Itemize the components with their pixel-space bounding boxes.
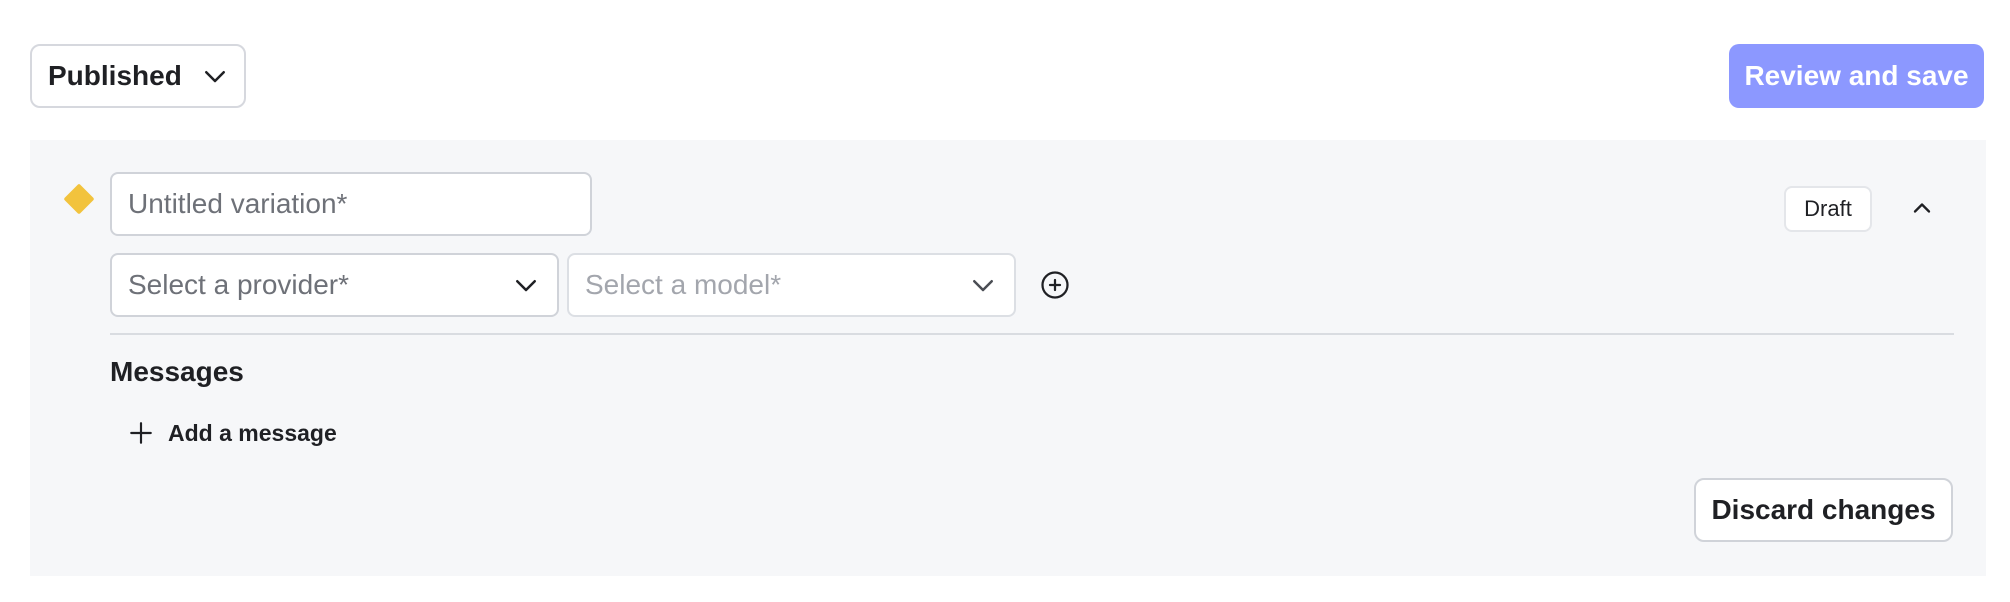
chevron-up-icon (1913, 203, 1931, 213)
plus-circle-icon (1041, 271, 1069, 299)
chevron-down-icon (516, 280, 536, 292)
plus-icon (130, 422, 152, 444)
review-and-save-button[interactable]: Review and save (1729, 44, 1984, 108)
status-select[interactable]: Published (30, 44, 246, 108)
add-message-label: Add a message (168, 419, 337, 446)
divider (110, 333, 1954, 335)
chevron-down-icon (973, 280, 993, 292)
chevron-down-icon (204, 71, 225, 83)
messages-heading: Messages (110, 356, 244, 387)
discard-changes-button[interactable]: Discard changes (1694, 478, 1953, 542)
collapse-button[interactable] (1902, 190, 1942, 226)
add-model-button[interactable] (1039, 269, 1071, 301)
model-select[interactable]: Select a model* (567, 253, 1016, 317)
model-select-placeholder: Select a model* (585, 269, 782, 300)
add-message-button[interactable]: Add a message (128, 416, 337, 450)
status-select-value: Published (48, 60, 182, 91)
provider-select-placeholder: Select a provider* (128, 269, 350, 300)
provider-select[interactable]: Select a provider* (110, 253, 559, 317)
status-badge: Draft (1784, 186, 1872, 232)
variation-name-input[interactable] (110, 172, 592, 236)
